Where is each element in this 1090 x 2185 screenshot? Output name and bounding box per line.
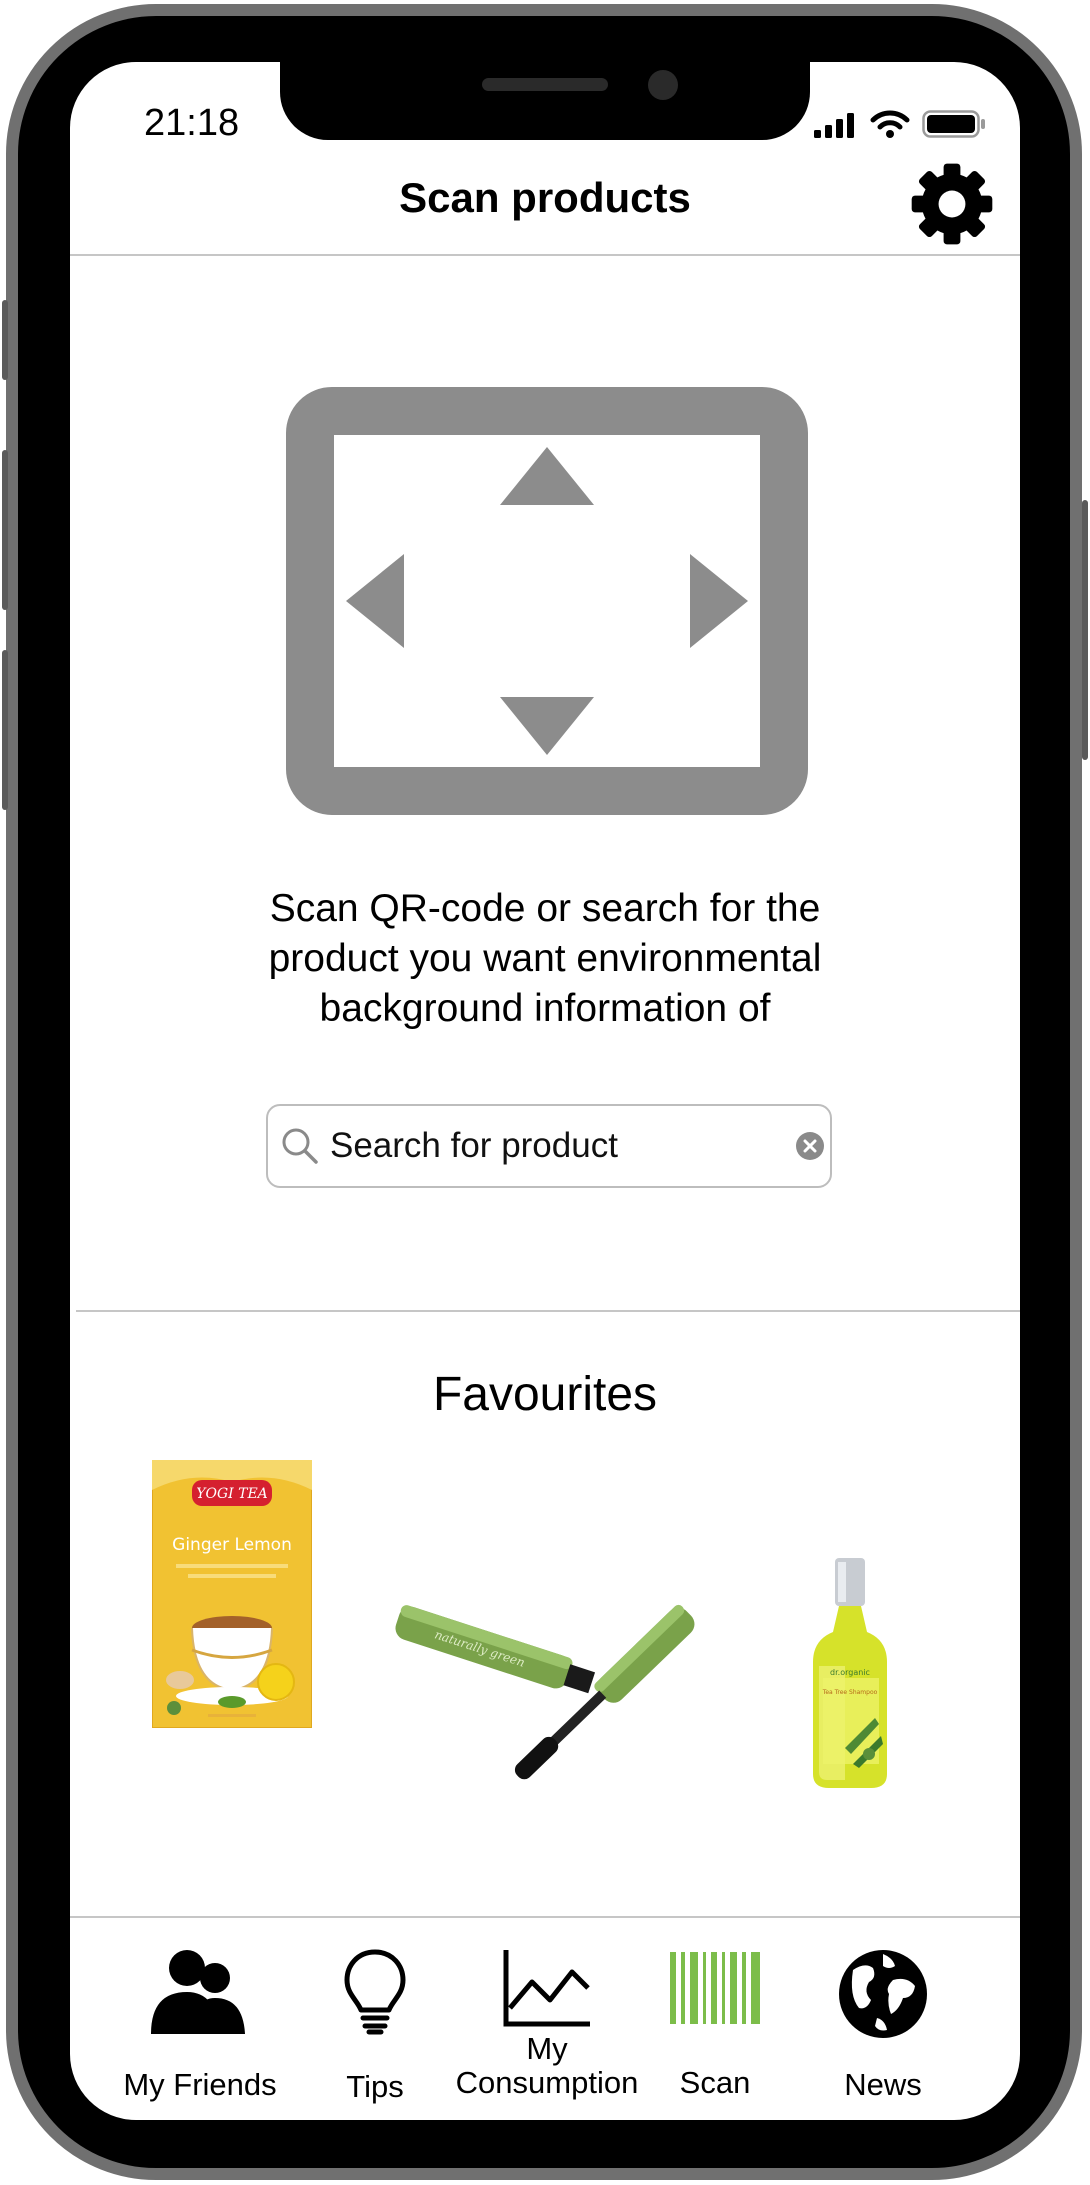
scan-instructions: Scan QR-code or search for the product y… — [268, 887, 822, 1030]
status-icons — [814, 110, 986, 138]
front-camera — [648, 70, 678, 100]
tab-tips[interactable]: Tips — [290, 1948, 460, 2108]
favourites-title: Favourites — [432, 1368, 658, 1421]
header-divider — [70, 254, 1020, 256]
shampoo-product-text: Tea Tree Shampoo — [822, 1689, 878, 1696]
notch — [280, 62, 810, 140]
speaker — [482, 78, 608, 91]
volume-up-button — [2, 450, 8, 610]
favourite-item-shampoo[interactable]: dr.organic Tea Tree Shampoo — [805, 1558, 895, 1790]
phone-screen: 21:18 Scan products Scan QR-code or sear… — [70, 62, 1020, 2120]
gear-icon[interactable] — [910, 162, 994, 246]
tea-brand-text: YOGI TEA — [196, 1486, 268, 1502]
mute-switch — [2, 300, 8, 380]
scan-frame-icon[interactable] — [286, 387, 808, 815]
globe-icon — [839, 1950, 927, 2038]
favourites-divider — [76, 1310, 1020, 1312]
page-title: Scan products — [399, 174, 691, 221]
search-input[interactable] — [330, 1106, 770, 1186]
line-chart-icon — [503, 1950, 590, 2027]
status-time: 21:18 — [144, 102, 240, 144]
tabbar-divider — [70, 1916, 1020, 1918]
wifi-icon — [870, 110, 910, 138]
tab-label-line1: My — [526, 2031, 568, 2066]
tab-label: News — [844, 2067, 922, 2102]
volume-down-button — [2, 650, 8, 810]
clear-search-icon[interactable] — [796, 1132, 824, 1160]
shampoo-brand-text: dr.organic — [830, 1668, 870, 1677]
tab-my-friends[interactable]: My Friends — [115, 1948, 285, 2108]
favourite-item-mascara[interactable]: naturally green — [385, 1552, 765, 1782]
people-icon — [151, 1950, 245, 2034]
favourite-item-tea[interactable]: YOGI TEA Ginger Lemon — [152, 1460, 312, 1728]
tea-product-text: Ginger Lemon — [172, 1535, 292, 1555]
signal-icon — [814, 113, 854, 138]
tab-scan[interactable]: Scan — [630, 1948, 800, 2108]
search-bar[interactable] — [266, 1104, 832, 1188]
barcode-icon — [670, 1952, 760, 2024]
tab-my-consumption[interactable]: My Consumption — [456, 1948, 638, 2108]
search-icon — [282, 1128, 318, 1164]
power-button — [1082, 500, 1088, 760]
lightbulb-icon — [344, 1949, 406, 2035]
tab-news[interactable]: News — [798, 1948, 968, 2108]
battery-icon — [922, 110, 985, 138]
